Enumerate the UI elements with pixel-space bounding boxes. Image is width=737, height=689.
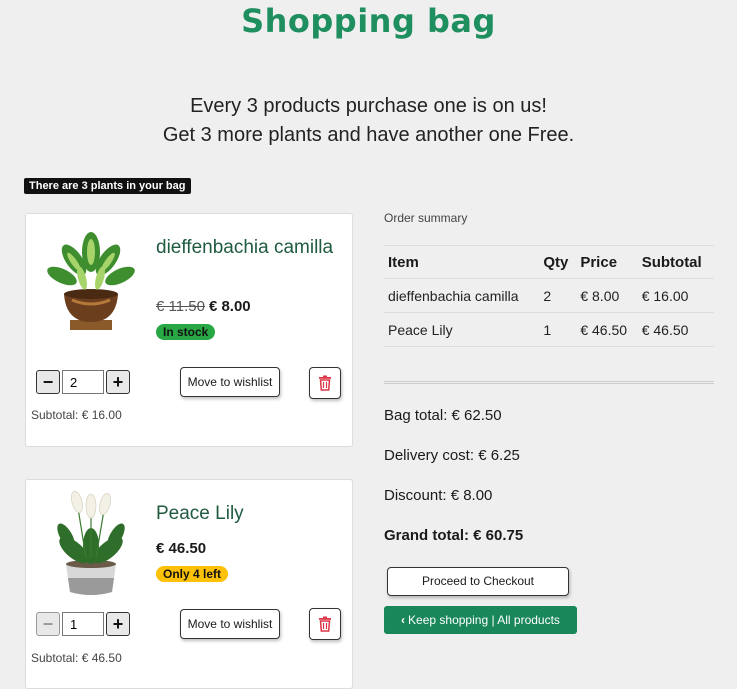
remove-item-button[interactable]	[309, 608, 341, 640]
table-row: Peace Lily 1 € 46.50 € 46.50	[384, 312, 714, 347]
table-cell: € 16.00	[637, 278, 714, 313]
keep-shopping-button[interactable]: ‹ Keep shopping | All products	[384, 606, 577, 634]
order-summary-table: Item Qty Price Subtotal dieffenbachia ca…	[384, 245, 714, 347]
order-summary-label: Order summary	[384, 211, 468, 225]
promo-banner: Every 3 products purchase one is on us! …	[0, 92, 737, 150]
grand-total: Grand total: € 60.75	[384, 527, 524, 544]
bag-count-badge: There are 3 plants in your bag	[24, 178, 191, 194]
price-row: € 46.50	[156, 540, 206, 557]
column-header: Subtotal	[637, 245, 714, 279]
decrease-qty-button[interactable]: −	[36, 370, 60, 394]
proceed-to-checkout-button[interactable]: Proceed to Checkout	[387, 567, 569, 596]
column-header: Qty	[539, 245, 577, 279]
increase-qty-button[interactable]: +	[106, 370, 130, 394]
item-subtotal: Subtotal: € 16.00	[31, 408, 122, 422]
page-title: Shopping bag	[241, 2, 496, 40]
product-name[interactable]: Peace Lily	[156, 502, 346, 526]
column-header: Item	[384, 245, 540, 279]
move-to-wishlist-button[interactable]: Move to wishlist	[180, 609, 280, 639]
delivery-cost: Delivery cost: € 6.25	[384, 447, 520, 464]
item-subtotal: Subtotal: € 46.50	[31, 651, 122, 665]
divider	[384, 381, 714, 384]
promo-line-1: Every 3 products purchase one is on us!	[190, 95, 547, 117]
table-header-row: Item Qty Price Subtotal	[384, 245, 714, 279]
stock-badge: In stock	[156, 324, 216, 340]
quantity-stepper: − +	[36, 612, 130, 636]
increase-qty-button[interactable]: +	[106, 612, 130, 636]
column-header: Price	[576, 245, 638, 279]
trash-icon	[319, 375, 331, 391]
remove-item-button[interactable]	[309, 367, 341, 399]
promo-line-2: Get 3 more plants and have another one F…	[162, 124, 575, 146]
table-cell: € 46.50	[576, 312, 638, 347]
table-cell: 2	[539, 278, 577, 313]
move-to-wishlist-button[interactable]: Move to wishlist	[180, 367, 280, 397]
quantity-input[interactable]	[62, 370, 104, 394]
dieffenbachia-plant-image	[47, 232, 135, 330]
peace-lily-plant-image	[57, 490, 125, 595]
current-price: € 8.00	[208, 298, 251, 315]
bag-item-card: dieffenbachia camilla € 11.50 € 8.00 In s…	[25, 213, 353, 447]
price-row: € 11.50 € 8.00	[156, 298, 251, 315]
old-price: € 11.50	[156, 298, 205, 315]
quantity-stepper: − +	[36, 370, 130, 394]
table-cell: 1	[539, 312, 577, 347]
table-cell: € 46.50	[637, 312, 714, 347]
keep-shopping-label: Keep shopping | All products	[408, 613, 560, 627]
table-cell: € 8.00	[576, 278, 638, 313]
decrease-qty-button[interactable]: −	[36, 612, 60, 636]
current-price: € 46.50	[156, 540, 207, 557]
quantity-input[interactable]	[62, 612, 104, 636]
table-row: dieffenbachia camilla 2 € 8.00 € 16.00	[384, 278, 714, 313]
stock-badge: Only 4 left	[156, 566, 229, 582]
table-cell: Peace Lily	[384, 312, 540, 347]
bag-item-card: Peace Lily € 46.50 Only 4 left − + Move …	[25, 479, 353, 689]
product-name[interactable]: dieffenbachia camilla	[156, 236, 346, 260]
discount: Discount: € 8.00	[384, 487, 493, 504]
bag-total: Bag total: € 62.50	[384, 407, 502, 424]
table-cell: dieffenbachia camilla	[384, 278, 540, 313]
chevron-left-icon: ‹	[401, 613, 406, 627]
trash-icon	[319, 616, 331, 632]
